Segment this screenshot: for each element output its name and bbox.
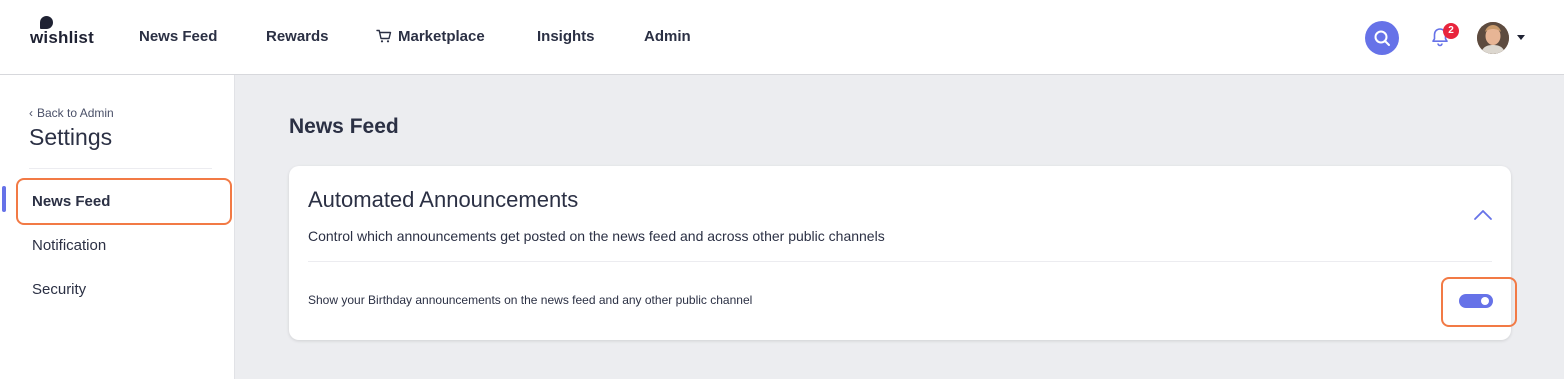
card-description: Control which announcements get posted o…	[308, 228, 885, 244]
avatar-photo-icon	[1477, 22, 1509, 54]
back-to-admin-link[interactable]: ‹ Back to Admin	[29, 106, 114, 120]
account-menu-caret-icon[interactable]	[1517, 35, 1525, 40]
toggle-knob	[1481, 297, 1489, 305]
active-item-indicator	[2, 186, 6, 212]
cart-icon	[376, 29, 392, 43]
settings-title: Settings	[29, 124, 113, 150]
nav-rewards[interactable]: Rewards	[266, 28, 329, 45]
sidebar-divider	[29, 168, 212, 169]
sidebar-item-security[interactable]: Security	[32, 281, 86, 298]
logo-text: wishlist	[30, 28, 94, 47]
nav-insights[interactable]: Insights	[537, 28, 595, 45]
user-avatar[interactable]	[1477, 22, 1509, 54]
search-icon	[1374, 30, 1390, 46]
chevron-left-icon: ‹	[29, 106, 33, 120]
nav-marketplace-label: Marketplace	[398, 28, 485, 45]
sidebar-item-notification[interactable]: Notification	[32, 237, 106, 254]
card-title: Automated Announcements	[308, 187, 579, 212]
birthday-announcement-setting-label: Show your Birthday announcements on the …	[308, 293, 753, 307]
wishlist-logo[interactable]: wishlist	[30, 14, 110, 54]
page-title: News Feed	[289, 115, 399, 138]
automated-announcements-card: Automated Announcements Control which an…	[289, 166, 1517, 340]
notification-count-badge: 2	[1443, 23, 1459, 39]
back-to-admin-label: Back to Admin	[37, 106, 114, 120]
card-divider	[308, 261, 1492, 262]
birthday-announcement-toggle[interactable]	[1459, 294, 1493, 308]
search-button[interactable]	[1365, 21, 1399, 55]
chevron-up-icon[interactable]	[1473, 209, 1493, 221]
nav-admin[interactable]: Admin	[644, 28, 691, 45]
nav-marketplace[interactable]: Marketplace	[376, 28, 485, 45]
nav-news-feed[interactable]: News Feed	[139, 28, 217, 45]
settings-sidebar: ‹ Back to Admin Settings News Feed Notifi…	[0, 75, 235, 379]
top-navigation-bar: wishlist News Feed Rewards Marketplace I…	[0, 0, 1564, 75]
sidebar-item-news-feed[interactable]: News Feed	[32, 193, 110, 210]
